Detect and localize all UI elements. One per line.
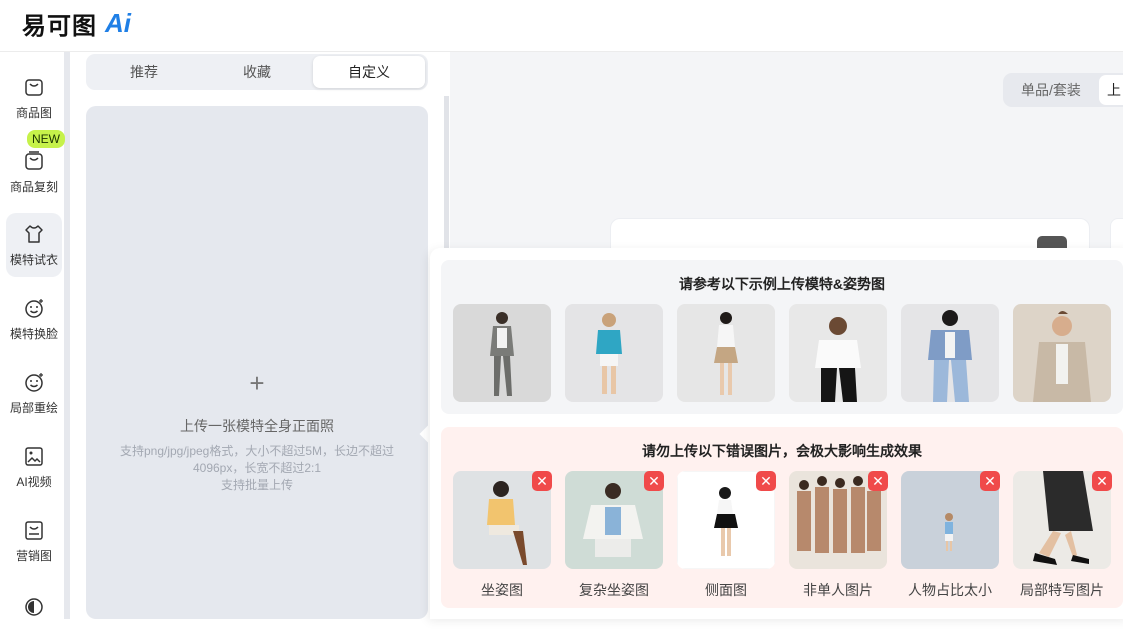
- bag-icon: [25, 78, 43, 96]
- close-icon: ✕: [868, 471, 888, 491]
- face-redraw-icon: [25, 372, 43, 392]
- nav-label: 局部重绘: [9, 400, 58, 415]
- upload-desc-line: 4096px，长宽不超过2:1: [192, 461, 322, 475]
- nav-item-more[interactable]: [6, 576, 62, 636]
- bad-caption-multiple-people: 非单人图片: [803, 582, 873, 598]
- logo[interactable]: 易可图 Ai: [22, 6, 131, 41]
- bad-caption-sitting: 坐姿图: [481, 582, 523, 598]
- nav-item-ai-video[interactable]: AI视频: [6, 435, 62, 499]
- good-example-image: [677, 304, 775, 402]
- nav-label: 商品复刻: [9, 179, 58, 194]
- nav-label: 模特试衣: [9, 252, 58, 267]
- nav-label: 商品图: [15, 105, 52, 120]
- upload-desc-line: 支持png/jpg/jpeg格式，大小不超过5M，长边不超过: [119, 444, 395, 458]
- nav-item-product-image[interactable]: 商品图: [6, 66, 62, 130]
- segment-upper[interactable]: 上: [1099, 75, 1123, 105]
- bad-caption-closeup: 局部特写图片: [1020, 582, 1104, 598]
- good-example-image: [901, 304, 999, 402]
- good-examples-title: 请参考以下示例上传模特&姿势图: [678, 276, 886, 292]
- tab-favorites[interactable]: 收藏: [201, 56, 313, 88]
- good-example-image: [1013, 304, 1111, 402]
- tab-recommended[interactable]: 推荐: [88, 56, 200, 88]
- source-tabs: 推荐 收藏 自定义: [86, 54, 428, 90]
- garment-type-switch: 单品/套装 上: [1003, 73, 1123, 107]
- nav-label: AI视频: [16, 474, 52, 489]
- video-icon: [25, 446, 43, 466]
- logo-ai-mark: Ai: [105, 8, 131, 38]
- close-icon: ✕: [756, 471, 776, 491]
- close-icon: ✕: [980, 471, 1000, 491]
- close-icon: ✕: [644, 471, 664, 491]
- close-icon: ✕: [532, 471, 552, 491]
- bad-caption-too-small: 人物占比太小: [908, 582, 992, 598]
- bad-examples-title: 请勿上传以下错误图片，会极大影响生成效果: [642, 443, 922, 459]
- marketing-icon: [25, 520, 43, 540]
- upload-description: 支持png/jpg/jpeg格式，大小不超过5M，长边不超过 4096px，长宽…: [106, 443, 408, 494]
- close-icon: ✕: [1092, 471, 1112, 491]
- segment-single-set[interactable]: 单品/套装: [1003, 73, 1099, 107]
- nav-item-face-swap[interactable]: 模特换脸: [6, 287, 62, 351]
- tab-custom[interactable]: 自定义: [313, 56, 425, 88]
- nav-item-product-copy[interactable]: 商品复刻: [6, 140, 62, 204]
- nav-item-partial-redraw[interactable]: 局部重绘: [6, 361, 62, 425]
- plus-icon: +: [249, 368, 265, 398]
- bag-copy-icon: [25, 150, 43, 170]
- nav-item-marketing[interactable]: 营销图: [6, 509, 62, 573]
- face-icon: [25, 298, 43, 318]
- shirt-icon: [25, 224, 43, 243]
- good-example-image: [453, 304, 551, 402]
- nav-label: 模特换脸: [9, 326, 58, 341]
- model-upload-area[interactable]: + 上传一张模特全身正面照 支持png/jpg/jpeg格式，大小不超过5M，长…: [86, 106, 428, 619]
- good-example-image: [565, 304, 663, 402]
- upload-desc-line: 支持批量上传: [220, 478, 293, 492]
- good-example-image: [789, 304, 887, 402]
- logo-text: 易可图: [22, 13, 97, 40]
- bad-caption-side-view: 侧面图: [705, 582, 747, 598]
- nav-item-model-tryon[interactable]: 模特试衣: [6, 213, 62, 277]
- nav-label: 营销图: [15, 548, 52, 563]
- drop-icon: [25, 598, 43, 616]
- top-header: 易可图 Ai: [0, 0, 1123, 52]
- upload-title: 上传一张模特全身正面照: [180, 418, 334, 434]
- bad-caption-complex-sitting: 复杂坐姿图: [579, 582, 649, 598]
